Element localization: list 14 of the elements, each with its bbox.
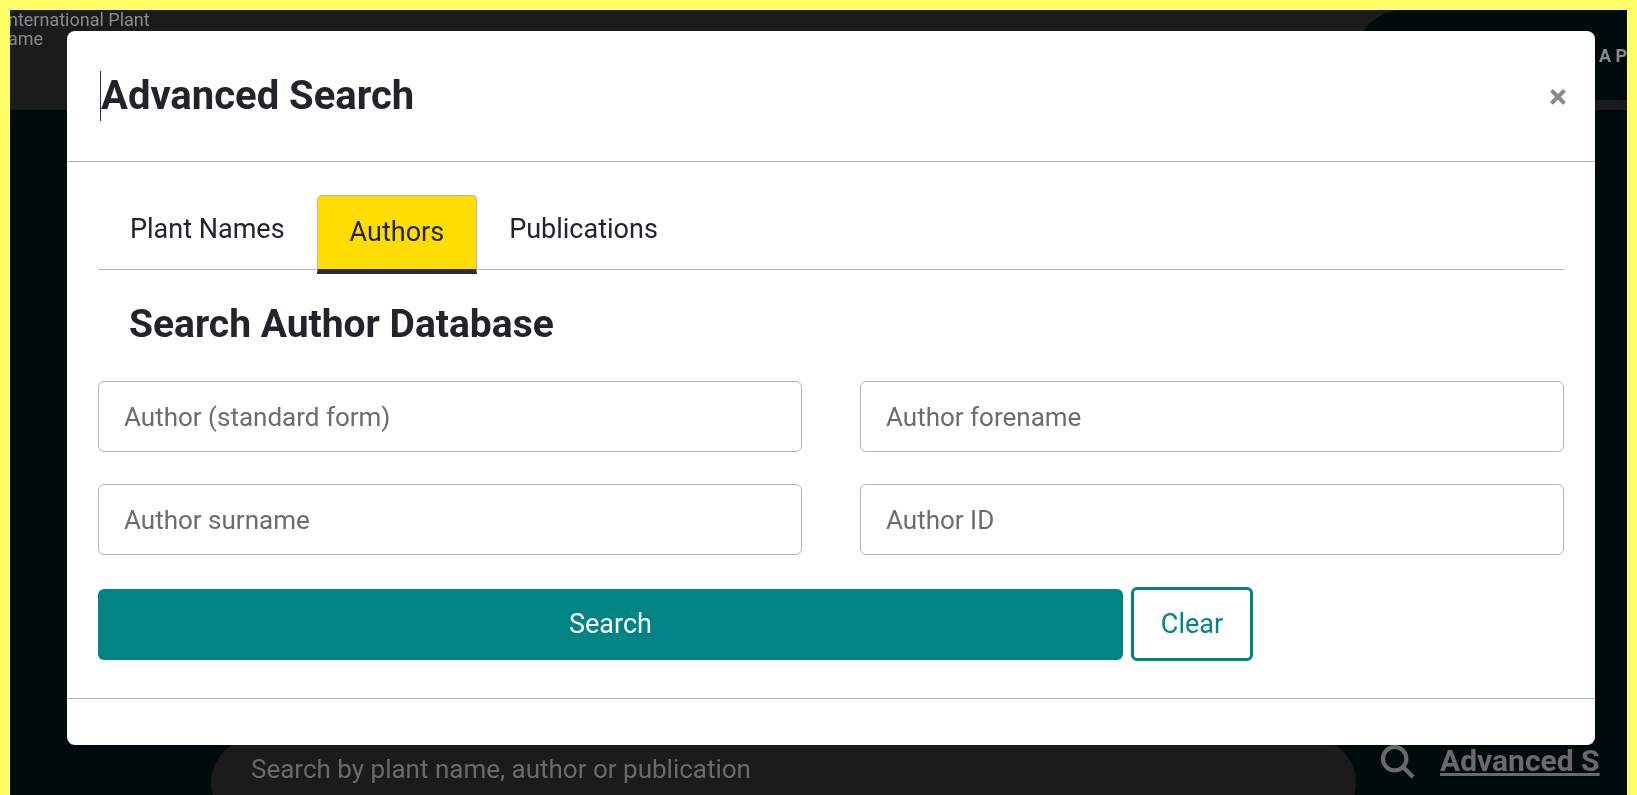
dialog-title: Advanced Search	[100, 71, 415, 121]
input-field[interactable]: Author surname	[98, 484, 802, 555]
input-field[interactable]: Author forename	[860, 381, 1564, 452]
close-button[interactable]: ×	[1548, 79, 1567, 113]
tab[interactable]: Plant Names	[98, 190, 317, 269]
search-button[interactable]: Search	[98, 588, 1123, 660]
tab[interactable]: Authors	[316, 195, 478, 274]
input-field[interactable]: Author ID	[860, 484, 1564, 555]
header-link[interactable]: A P	[1599, 41, 1627, 69]
tab[interactable]: Publications	[477, 190, 690, 269]
section-heading: Search Author Database	[129, 300, 555, 348]
input-field[interactable]: Author (standard form)	[98, 381, 802, 452]
site-title: nternational Plant	[10, 10, 150, 29]
clear-button[interactable]: Clear	[1131, 587, 1253, 661]
